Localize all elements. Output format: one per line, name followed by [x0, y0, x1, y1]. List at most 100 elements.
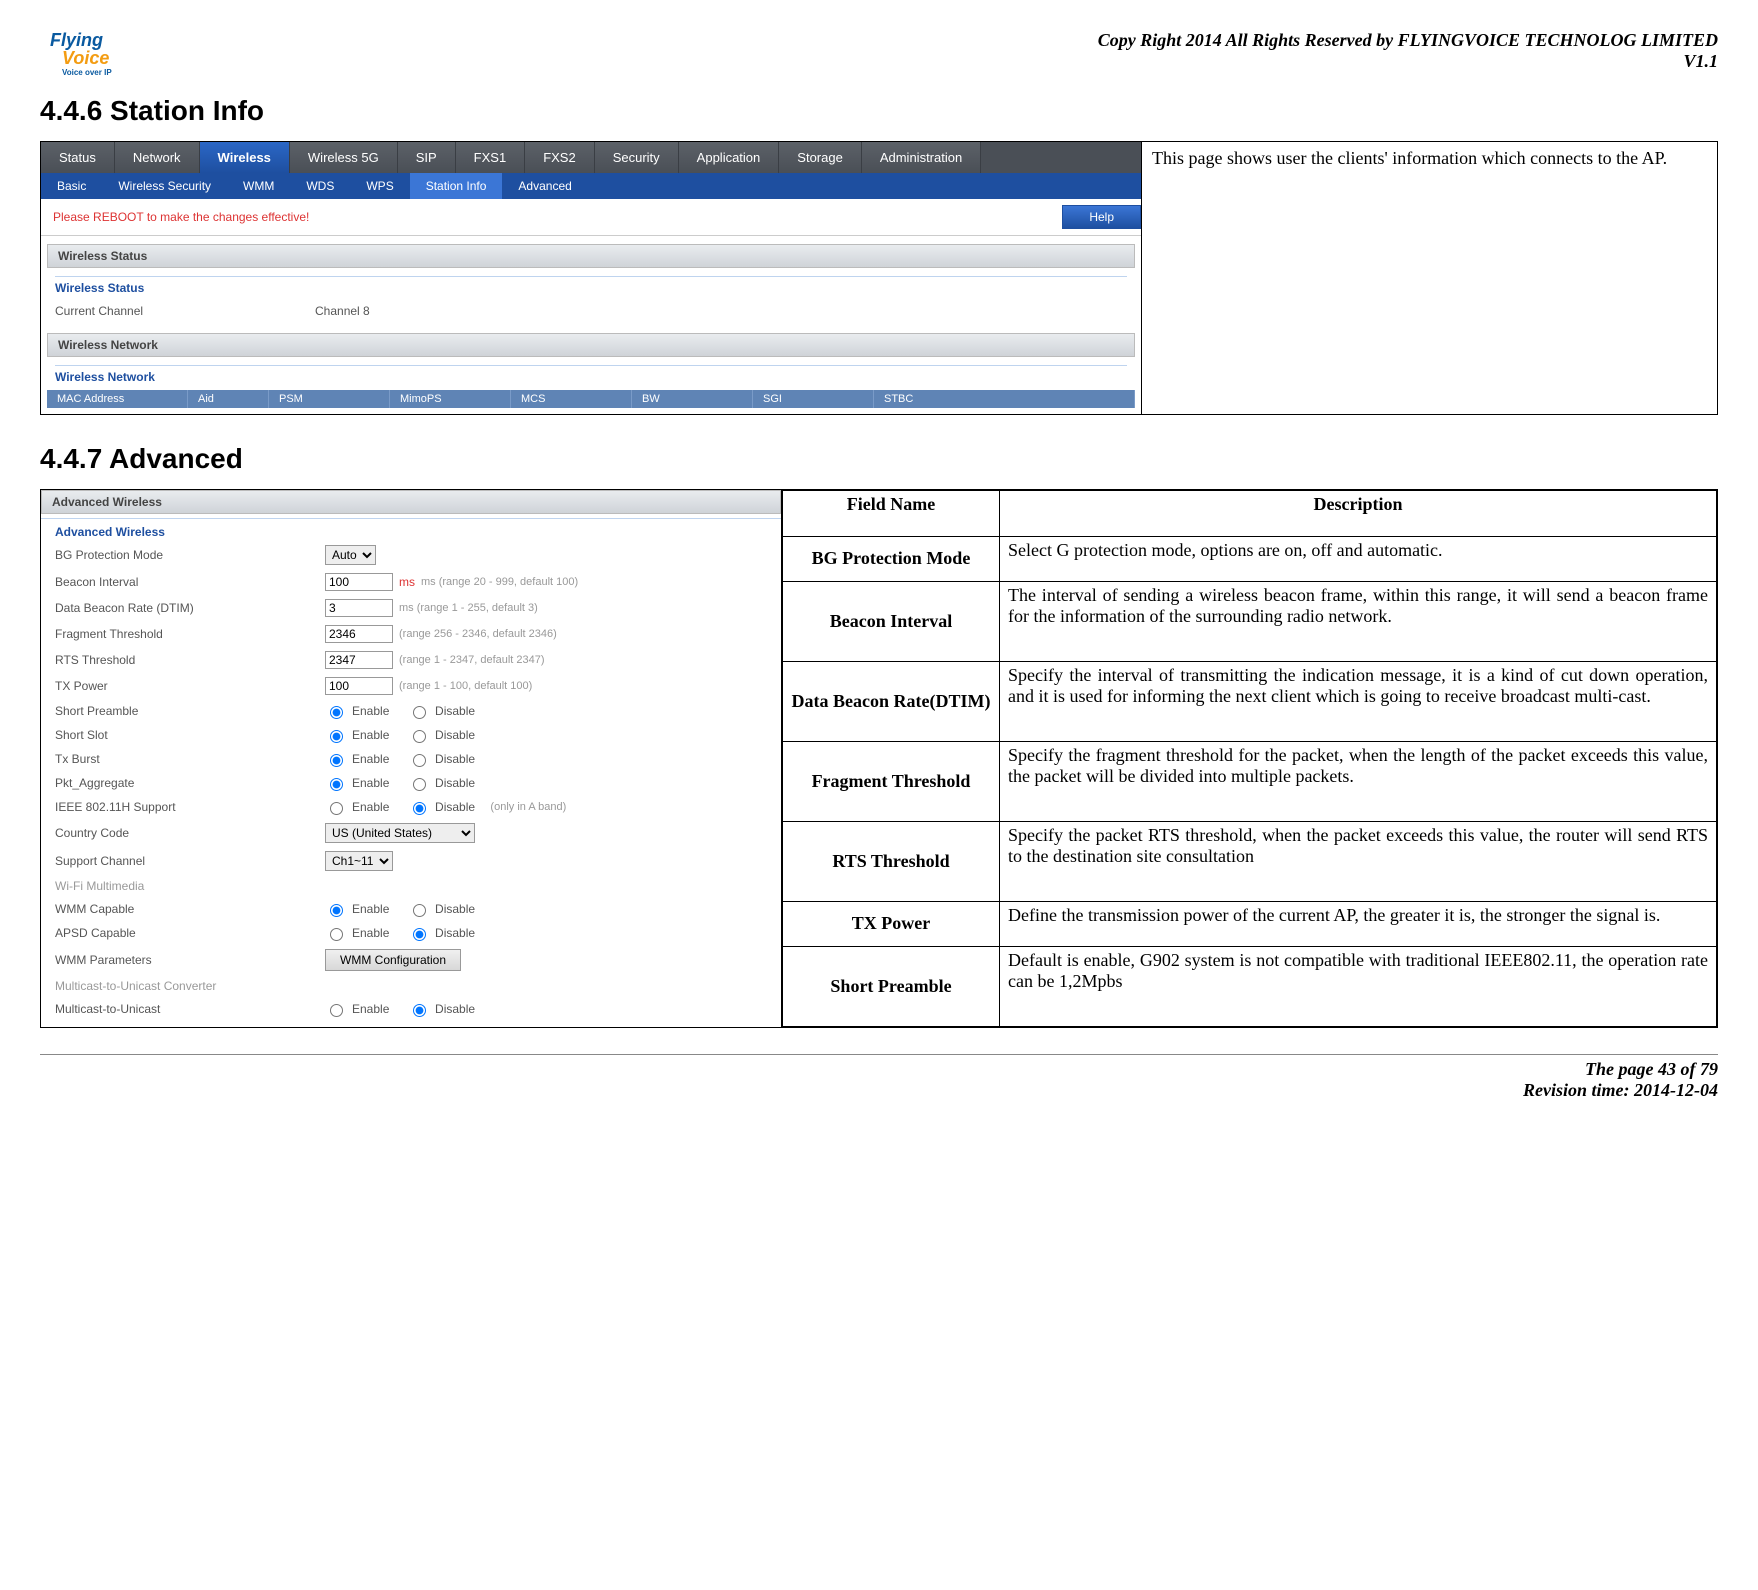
col-mimops: MimoPS — [390, 390, 511, 408]
slot-disable-radio[interactable] — [413, 730, 426, 743]
station-info-panel: Status Network Wireless Wireless 5G SIP … — [41, 142, 1141, 408]
subtab-wps[interactable]: WPS — [350, 173, 409, 199]
main-tabs: Status Network Wireless Wireless 5G SIP … — [41, 142, 1141, 173]
subtab-advanced[interactable]: Advanced — [502, 173, 587, 199]
mcu-label: Multicast-to-Unicast — [55, 1002, 325, 1016]
mcu-disable-radio[interactable] — [413, 1004, 426, 1017]
station-info-box: Status Network Wireless Wireless 5G SIP … — [40, 141, 1718, 415]
advanced-box: Advanced Wireless Advanced Wireless BG P… — [40, 489, 1718, 1028]
tab-status[interactable]: Status — [41, 142, 115, 173]
pkt-disable-radio[interactable] — [413, 778, 426, 791]
advanced-wireless-head: Advanced Wireless — [41, 490, 781, 514]
wmm-disable-radio[interactable] — [413, 904, 426, 917]
mcu-enable-radio[interactable] — [330, 1004, 343, 1017]
pkt-enable-radio[interactable] — [330, 778, 343, 791]
mcu-converter-label: Multicast-to-Unicast Converter — [55, 979, 325, 993]
apsd-disable-radio[interactable] — [413, 928, 426, 941]
ft-row-name: Fragment Threshold — [783, 741, 1000, 821]
ft-row-name: BG Protection Mode — [783, 536, 1000, 582]
field-table-head-desc: Description — [1000, 491, 1717, 537]
wmm-params-label: WMM Parameters — [55, 953, 325, 967]
subtab-wireless-security[interactable]: Wireless Security — [102, 173, 227, 199]
enable-text: Enable — [352, 704, 389, 718]
ieee-enable-radio[interactable] — [330, 802, 343, 815]
preamble-enable-radio[interactable] — [330, 706, 343, 719]
txpower-label: TX Power — [55, 679, 325, 693]
beacon-hint: ms (range 20 - 999, default 100) — [421, 576, 578, 588]
preamble-disable-radio[interactable] — [413, 706, 426, 719]
subtab-wds[interactable]: WDS — [290, 173, 350, 199]
country-select[interactable]: US (United States) — [325, 823, 475, 843]
page-header: Flying Voice Voice over IP Copy Right 20… — [40, 30, 1718, 85]
reboot-message: Please REBOOT to make the changes effect… — [53, 210, 309, 224]
tab-wireless[interactable]: Wireless — [200, 142, 290, 173]
version-text: V1.1 — [1098, 51, 1718, 72]
tab-fxs1[interactable]: FXS1 — [456, 142, 526, 173]
tab-fxs2[interactable]: FXS2 — [525, 142, 595, 173]
wmm-config-button[interactable]: WMM Configuration — [325, 949, 461, 971]
tab-network[interactable]: Network — [115, 142, 200, 173]
tab-administration[interactable]: Administration — [862, 142, 981, 173]
footer-revision: Revision time: 2014-12-04 — [40, 1080, 1718, 1101]
fragment-input[interactable] — [325, 625, 393, 643]
tab-application[interactable]: Application — [679, 142, 780, 173]
col-aid: Aid — [188, 390, 269, 408]
tab-sip[interactable]: SIP — [398, 142, 456, 173]
col-bw: BW — [632, 390, 753, 408]
ft-row-name: TX Power — [783, 901, 1000, 947]
fragment-hint: (range 256 - 2346, default 2346) — [399, 628, 557, 640]
subtab-wmm[interactable]: WMM — [227, 173, 290, 199]
txpower-input[interactable] — [325, 677, 393, 695]
txburst-enable-radio[interactable] — [330, 754, 343, 767]
ft-row-name: Beacon Interval — [783, 582, 1000, 662]
wifi-multimedia-label: Wi-Fi Multimedia — [55, 879, 325, 893]
ft-row-desc: Specify the interval of transmitting the… — [1000, 662, 1717, 742]
logo-line2: Voice — [62, 48, 109, 69]
ft-row-desc: Specify the packet RTS threshold, when t… — [1000, 821, 1717, 901]
wmm-enable-radio[interactable] — [330, 904, 343, 917]
rts-input[interactable] — [325, 651, 393, 669]
txpower-hint: (range 1 - 100, default 100) — [399, 680, 532, 692]
beacon-interval-input[interactable] — [325, 573, 393, 591]
help-button[interactable]: Help — [1062, 205, 1141, 229]
subtab-station-info[interactable]: Station Info — [410, 173, 503, 199]
ft-row-desc: The interval of sending a wireless beaco… — [1000, 582, 1717, 662]
rts-label: RTS Threshold — [55, 653, 325, 667]
ft-row-name: RTS Threshold — [783, 821, 1000, 901]
support-channel-select[interactable]: Ch1~11 — [325, 851, 393, 871]
fragment-label: Fragment Threshold — [55, 627, 325, 641]
col-stbc: STBC — [874, 390, 1135, 408]
dtim-input[interactable] — [325, 599, 393, 617]
field-table-head-name: Field Name — [783, 491, 1000, 537]
ft-row-desc: Select G protection mode, options are on… — [1000, 536, 1717, 582]
bg-protection-select[interactable]: Auto — [325, 545, 376, 565]
ft-row-desc: Specify the fragment threshold for the p… — [1000, 741, 1717, 821]
advanced-wireless-legend: Advanced Wireless — [41, 518, 781, 541]
copyright-block: Copy Right 2014 All Rights Reserved by F… — [1098, 30, 1718, 72]
ieee-disable-radio[interactable] — [413, 802, 426, 815]
beacon-unit: ms — [399, 575, 415, 589]
tab-security[interactable]: Security — [595, 142, 679, 173]
apsd-enable-radio[interactable] — [330, 928, 343, 941]
support-channel-label: Support Channel — [55, 854, 325, 868]
txburst-disable-radio[interactable] — [413, 754, 426, 767]
col-mcs: MCS — [511, 390, 632, 408]
subtab-basic[interactable]: Basic — [41, 173, 102, 199]
disable-text: Disable — [435, 704, 475, 718]
ft-row-desc: Define the transmission power of the cur… — [1000, 901, 1717, 947]
slot-label: Short Slot — [55, 728, 325, 742]
col-mac: MAC Address — [47, 390, 188, 408]
ieee-hint: (only in A band) — [490, 801, 566, 813]
slot-enable-radio[interactable] — [330, 730, 343, 743]
logo-sub: Voice over IP — [62, 68, 112, 77]
page-footer: The page 43 of 79 Revision time: 2014-12… — [40, 1054, 1718, 1101]
preamble-label: Short Preamble — [55, 704, 325, 718]
dtim-hint: ms (range 1 - 255, default 3) — [399, 602, 538, 614]
tab-storage[interactable]: Storage — [779, 142, 862, 173]
ft-row-desc: Default is enable, G902 system is not co… — [1000, 947, 1717, 1027]
current-channel-label: Current Channel — [55, 304, 315, 318]
bg-protection-label: BG Protection Mode — [55, 548, 325, 562]
col-sgi: SGI — [753, 390, 874, 408]
section-447-title: 4.4.7 Advanced — [40, 443, 1718, 475]
tab-wireless5g[interactable]: Wireless 5G — [290, 142, 398, 173]
